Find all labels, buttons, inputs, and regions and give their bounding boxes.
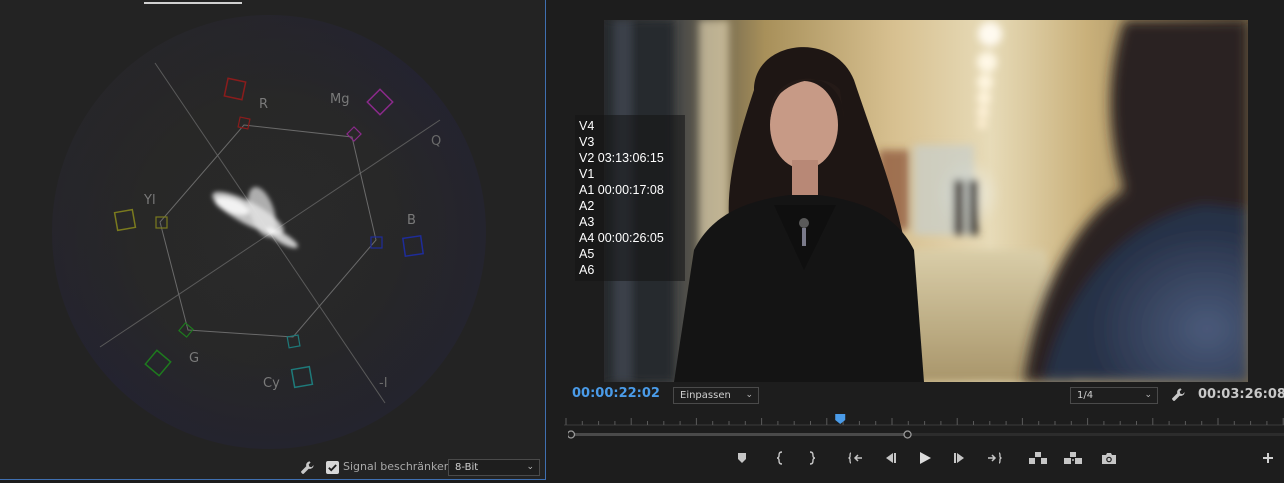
program-monitor-panel: V4 V3 V2 03:13:06:15 V1 A1 00:00:17:08 A…	[550, 0, 1284, 480]
overlay-line-a3: A3	[579, 215, 595, 229]
in-point-handle[interactable]	[568, 430, 576, 439]
label-b: B	[407, 213, 416, 228]
vectorscope: R Mg Q Yl B G Cy -I	[52, 15, 486, 449]
work-area-range	[571, 433, 908, 436]
zoom-fit-select[interactable]: Einpassen ⌄	[673, 387, 759, 404]
wrench-icon[interactable]	[299, 459, 315, 475]
chevron-down-icon: ⌄	[1144, 390, 1152, 400]
mark-in-button[interactable]	[768, 447, 792, 469]
duration-timecode: 00:03:26:08	[1198, 387, 1284, 402]
work-area-bar[interactable]	[568, 430, 1284, 439]
button-editor-add[interactable]	[1256, 447, 1280, 469]
camera-icon	[1102, 452, 1116, 464]
label-cy: Cy	[263, 376, 280, 391]
overlay-line-v1: V1	[579, 167, 595, 181]
label-minus-i: -I	[379, 376, 388, 391]
play-button[interactable]	[913, 447, 937, 469]
overlay-line-a6: A6	[579, 263, 595, 277]
overlay-line-v3: V3	[579, 135, 595, 149]
step-forward-button[interactable]	[948, 447, 972, 469]
marker-icon	[738, 453, 746, 463]
time-ruler[interactable]	[564, 412, 1284, 426]
playback-resolution-select[interactable]: 1/4 ⌄	[1070, 387, 1158, 404]
label-g: G	[189, 351, 199, 366]
chevron-down-icon: ⌄	[745, 390, 753, 400]
lumetri-scopes-panel: R Mg Q Yl B G Cy -I Signal beschränken 8…	[0, 0, 546, 480]
overlay-line-a5: A5	[579, 247, 595, 261]
overlay-line-a2: A2	[579, 199, 595, 213]
overlay-line-v2: V2 03:13:06:15	[579, 151, 664, 165]
mark-out-icon	[809, 451, 816, 465]
go-to-in-button[interactable]	[844, 447, 868, 469]
out-point-handle[interactable]	[903, 430, 912, 439]
label-mg: Mg	[330, 92, 349, 107]
wrench-icon[interactable]	[1170, 386, 1186, 402]
step-forward-icon	[954, 453, 964, 463]
play-icon	[920, 452, 931, 464]
go-to-out-button[interactable]	[982, 447, 1006, 469]
signal-limit-label: Signal beschränken	[343, 460, 451, 473]
transport-controls	[550, 447, 1284, 471]
go-to-out-icon	[988, 452, 1002, 464]
lift-button[interactable]	[1026, 447, 1050, 469]
zoom-fit-value: Einpassen	[680, 390, 731, 401]
overlay-line-a1: A1 00:00:17:08	[579, 183, 664, 197]
mark-out-button[interactable]	[800, 447, 824, 469]
mark-in-icon	[776, 451, 783, 465]
clip-info-overlay: V4 V3 V2 03:13:06:15 V1 A1 00:00:17:08 A…	[575, 115, 685, 281]
add-marker-button[interactable]	[730, 447, 754, 469]
chevron-down-icon: ⌄	[526, 462, 534, 472]
label-yl: Yl	[143, 193, 156, 208]
step-back-button[interactable]	[878, 447, 902, 469]
overlay-line-a4: A4 00:00:26:05	[579, 231, 664, 245]
signal-limit-checkbox[interactable]	[326, 461, 339, 474]
lift-icon	[1029, 452, 1047, 464]
current-timecode[interactable]: 00:00:22:02	[572, 386, 660, 401]
playhead[interactable]	[835, 414, 846, 424]
extract-button[interactable]	[1061, 447, 1085, 469]
plus-icon	[1263, 453, 1273, 463]
playback-resolution-value: 1/4	[1077, 390, 1094, 401]
bit-depth-value: 8-Bit	[455, 462, 479, 473]
extract-icon	[1064, 452, 1082, 464]
video-frame[interactable]	[604, 20, 1248, 382]
scope-footer: Signal beschränken 8-Bit ⌄	[0, 456, 546, 480]
overlay-line-v4: V4	[579, 119, 595, 133]
label-r: R	[259, 97, 268, 112]
step-back-icon	[886, 453, 896, 463]
ruler-ticks	[565, 418, 1284, 425]
label-q: Q	[431, 134, 441, 149]
go-to-in-icon	[848, 452, 862, 464]
export-frame-button[interactable]	[1097, 447, 1121, 469]
bit-depth-select[interactable]: 8-Bit ⌄	[448, 459, 540, 476]
